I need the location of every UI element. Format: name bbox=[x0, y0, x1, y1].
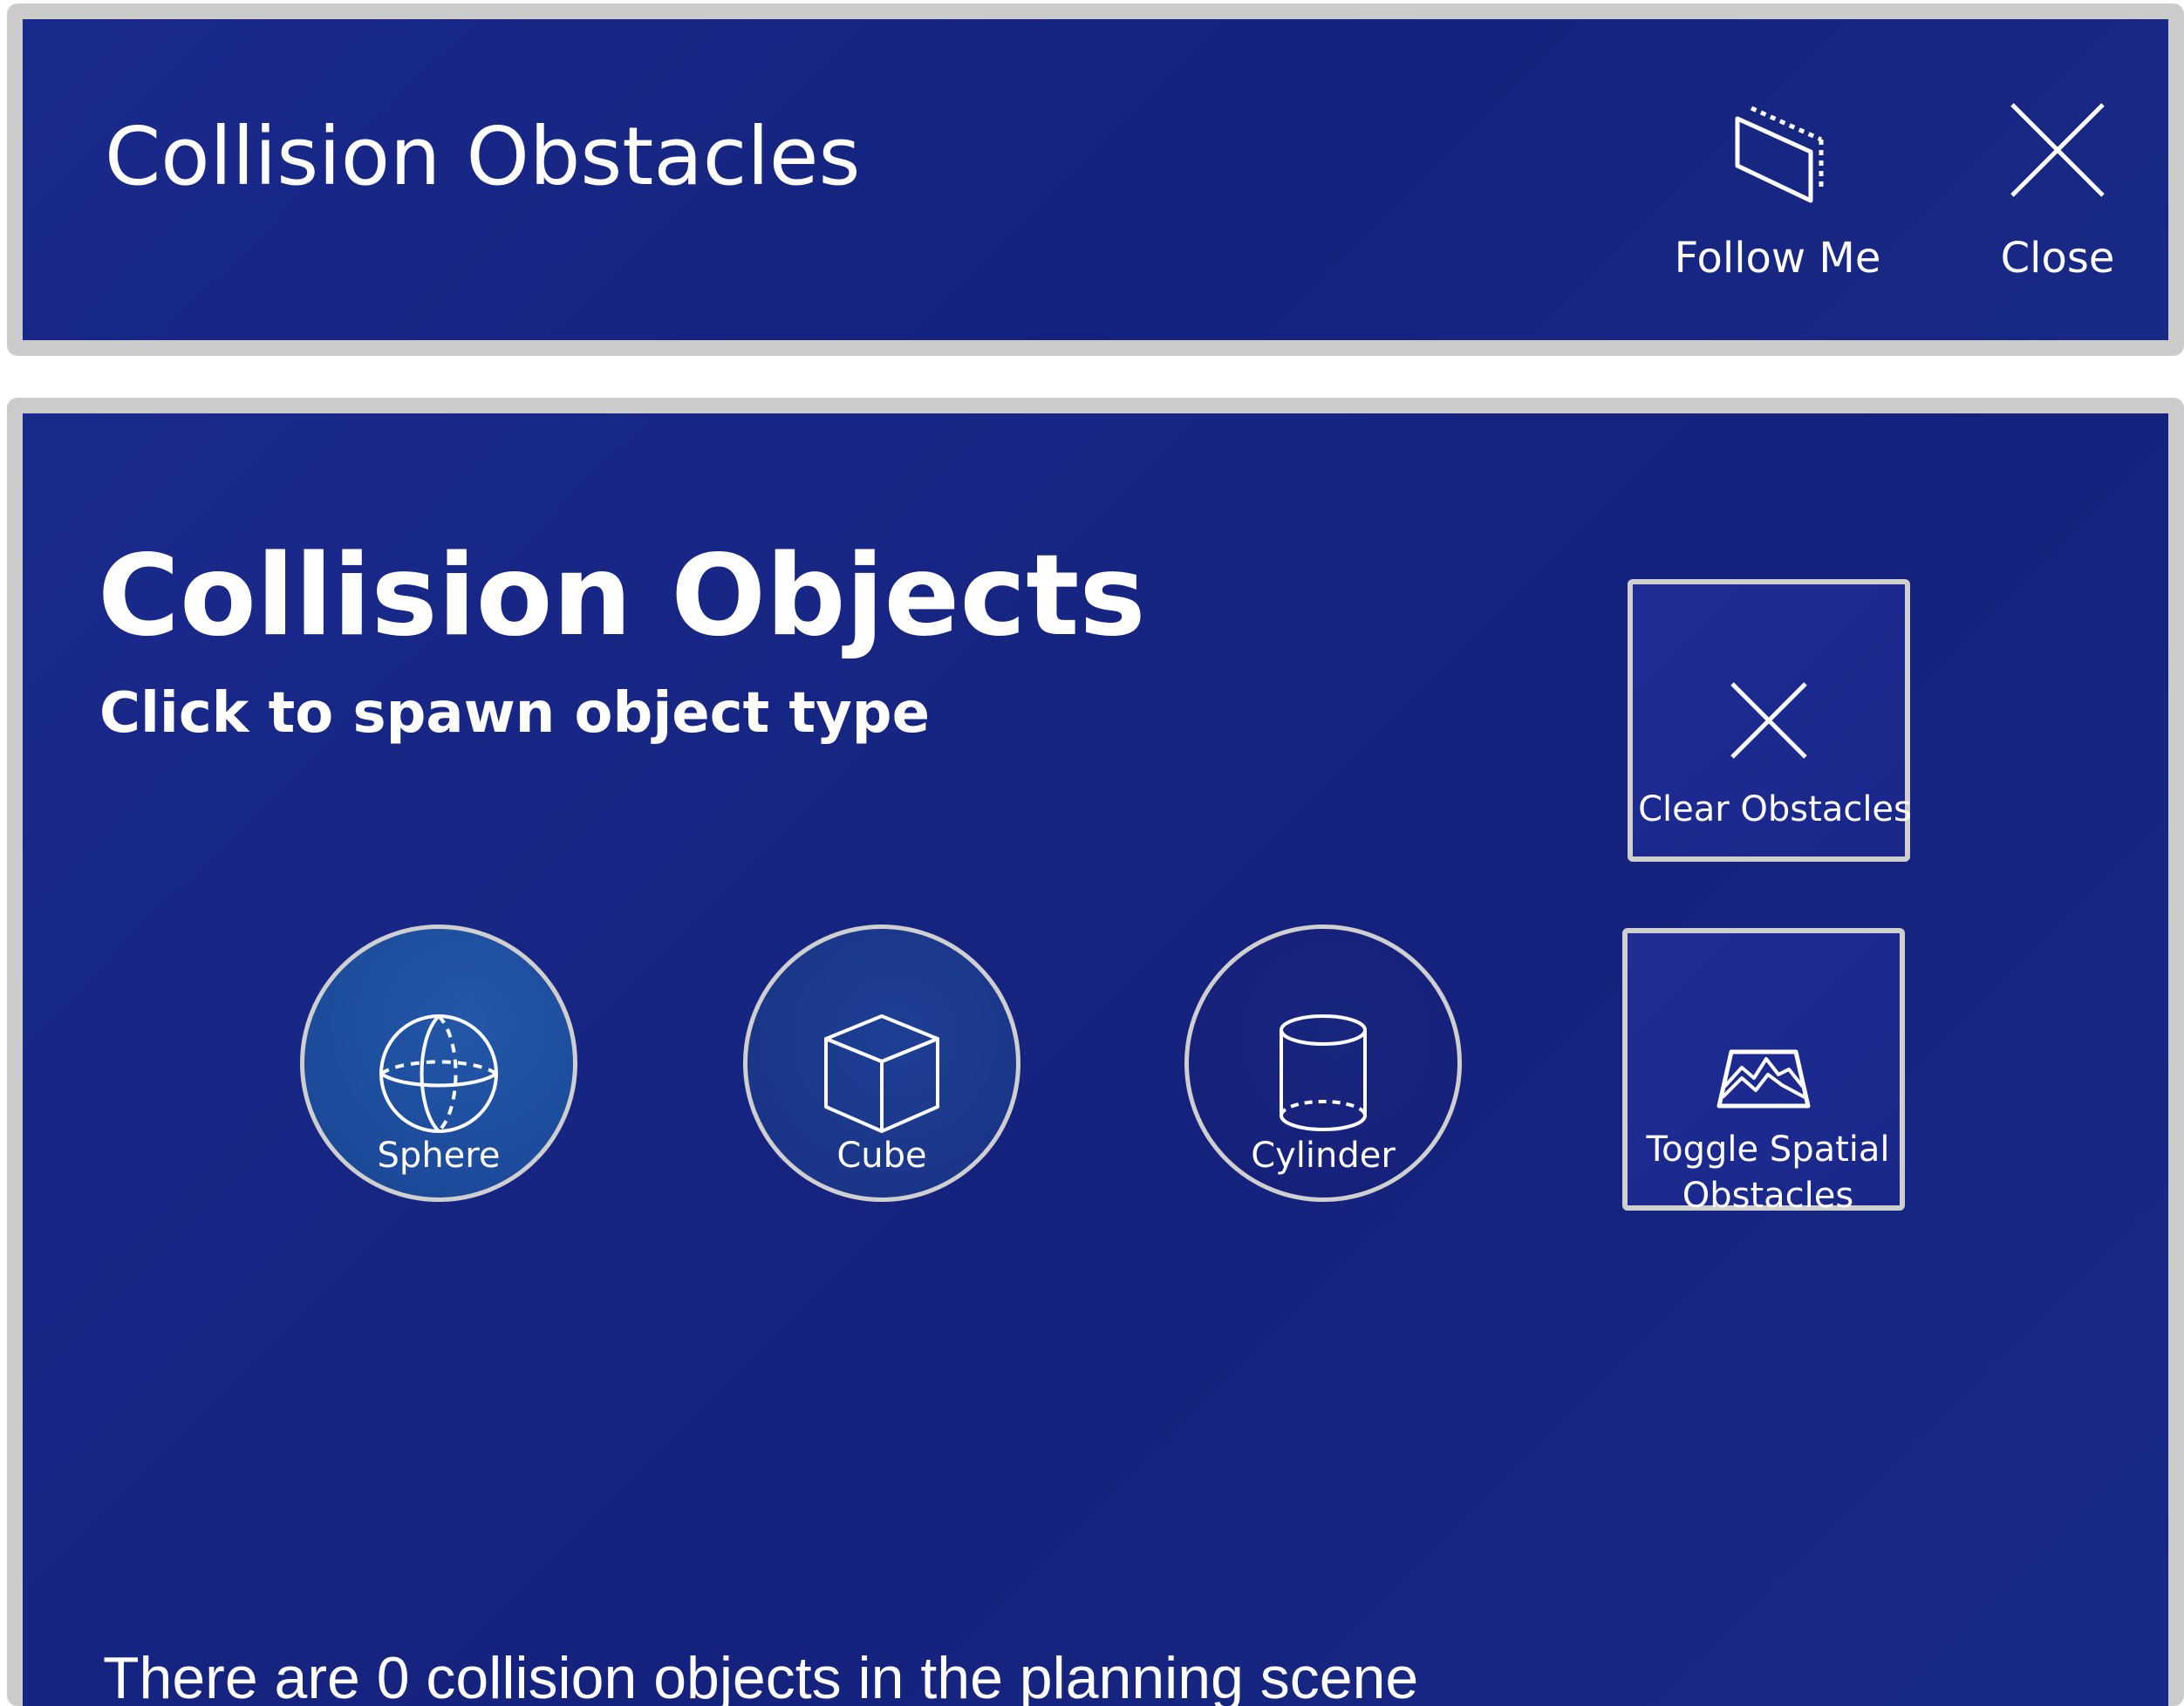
clear-obstacles-label: Clear Obstacles bbox=[1638, 789, 1912, 829]
cube-icon bbox=[824, 1014, 939, 1133]
cube-label: Cube bbox=[836, 1136, 927, 1176]
toggle-spatial-obstacles-label: Toggle Spatial Obstacles bbox=[1646, 1129, 1890, 1216]
spawn-cube-button[interactable]: Cube bbox=[743, 925, 1020, 1202]
header-panel: Collision Obstacles Follow Me Close bbox=[7, 3, 2184, 356]
window-title: Collision Obstacles bbox=[105, 110, 861, 203]
toggle-spatial-obstacles-button[interactable]: Toggle Spatial Obstacles bbox=[1622, 928, 1905, 1216]
spatial-map-icon bbox=[1716, 1049, 1811, 1109]
clear-obstacles-button[interactable]: Clear Obstacles bbox=[1628, 579, 1912, 862]
spawn-cylinder-button[interactable]: Cylinder bbox=[1184, 925, 1462, 1202]
section-subtitle: Click to spawn object type bbox=[99, 681, 930, 746]
sphere-icon bbox=[379, 1014, 498, 1133]
cylinder-icon bbox=[1280, 1014, 1367, 1131]
sphere-label: Sphere bbox=[377, 1136, 501, 1176]
follow-me-icon bbox=[1735, 106, 1824, 203]
close-icon bbox=[2010, 103, 2105, 197]
collision-count-status: There are 0 collision objects in the pla… bbox=[103, 1645, 1419, 1706]
close-button[interactable]: Close bbox=[1957, 89, 2158, 307]
cylinder-label: Cylinder bbox=[1251, 1136, 1396, 1176]
close-label: Close bbox=[2000, 234, 2115, 283]
section-title: Collision Objects bbox=[98, 531, 1146, 661]
follow-me-label: Follow Me bbox=[1674, 234, 1881, 283]
main-panel: Collision Objects Click to spawn object … bbox=[7, 398, 2184, 1706]
follow-me-button[interactable]: Follow Me bbox=[1664, 89, 1891, 307]
close-icon bbox=[1730, 682, 1807, 759]
spawn-sphere-button[interactable]: Sphere bbox=[300, 925, 577, 1202]
